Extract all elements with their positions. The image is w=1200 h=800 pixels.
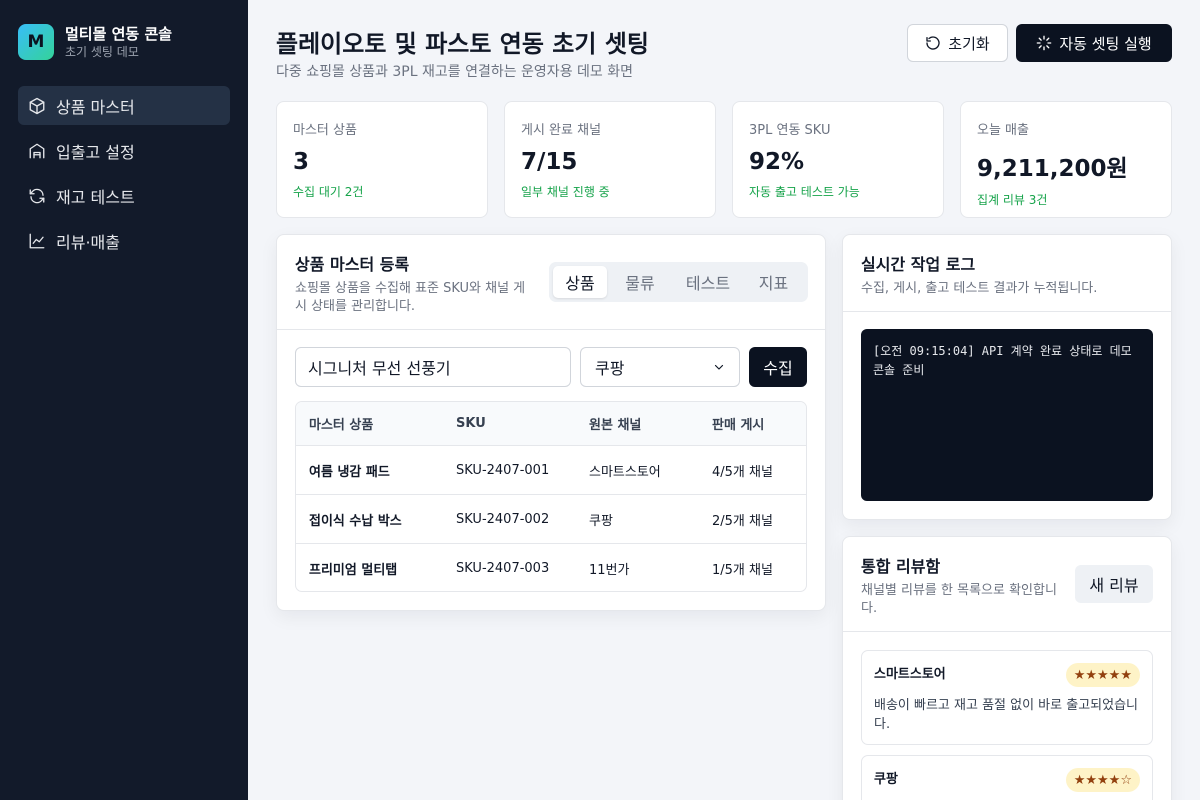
table-cell-channel: 쿠팡 [589, 513, 613, 529]
table-cell-published: 2/5개 채널 [712, 513, 773, 529]
auto-setup-run-button[interactable]: 자동 셋팅 실행 [1016, 24, 1172, 62]
channel-select-value: 쿠팡 [595, 359, 625, 378]
product-search-input[interactable] [295, 347, 571, 387]
channel-select[interactable]: 쿠팡 [580, 347, 740, 387]
table-cell-channel: 11번가 [589, 562, 630, 578]
stat-label: 게시 완료 채널 [521, 123, 602, 138]
tab-metrics[interactable]: 지표 [743, 266, 804, 298]
stat-value: 9,211,200원 [977, 156, 1128, 182]
stat-note: 수집 대기 2건 [293, 185, 364, 199]
collect-button[interactable]: 수집 [749, 347, 807, 387]
tab-products[interactable]: 상품 [553, 266, 607, 298]
table-row[interactable]: 접이식 수납 박스 SKU-2407-002 쿠팡 2/5개 채널 [296, 494, 806, 543]
log-card-description: 수집, 게시, 출고 테스트 결과가 누적됩니다. [861, 281, 1098, 296]
tab-logistics[interactable]: 물류 [607, 266, 673, 298]
brand: M 멀티몰 연동 콘솔 초기 셋팅 데모 [18, 24, 230, 60]
table-header-cell: 마스터 상품 [309, 418, 374, 433]
stat-value: 92% [749, 149, 805, 175]
chart-icon [29, 233, 45, 248]
brand-title: 멀티몰 연동 콘솔 [65, 24, 173, 43]
log-console[interactable]: [오전 09:15:04] API 계약 완료 상태로 데모 콘솔 준비 [861, 329, 1153, 501]
review-stars-badge: ★★★★★ [1065, 663, 1140, 687]
page-subtitle: 다중 쇼핑몰 상품과 3PL 재고를 연결하는 운영자용 데모 화면 [276, 64, 633, 80]
chevron-down-icon [714, 364, 724, 370]
warehouse-icon [29, 143, 45, 158]
sidebar-item-label: 재고 테스트 [56, 187, 135, 207]
cube-icon [29, 97, 45, 114]
review-text: 배송이 빠르고 재고 품절 없이 바로 출고되었습니다. [874, 698, 1138, 732]
table-header-cell: 판매 게시 [712, 418, 765, 433]
new-review-button[interactable]: 새 리뷰 [1075, 565, 1153, 603]
tab-test[interactable]: 테스트 [673, 266, 743, 298]
product-card-header: 상품 마스터 등록 쇼핑몰 상품을 수집해 표준 SKU와 채널 게시 상태를 … [277, 235, 825, 330]
product-table: 마스터 상품 SKU 원본 채널 판매 게시 여름 냉감 패드 SKU-2407… [295, 401, 807, 592]
table-row[interactable]: 여름 냉감 패드 SKU-2407-001 스마트스토어 4/5개 채널 [296, 445, 806, 494]
loader-icon [1036, 35, 1052, 51]
product-card-description: 쇼핑몰 상품을 수집해 표준 SKU와 채널 게시 상태를 관리합니다. [295, 281, 526, 314]
log-card-title: 실시간 작업 로그 [861, 255, 976, 274]
review-item: 스마트스토어 ★★★★★ 배송이 빠르고 재고 품절 없이 바로 출고되었습니다… [861, 650, 1153, 745]
sidebar-item-product-master[interactable]: 상품 마스터 [18, 86, 230, 125]
reset-button[interactable]: 초기화 [907, 24, 1008, 62]
table-cell-sku: SKU-2407-003 [456, 560, 550, 576]
sidebar-item-label: 입출고 설정 [56, 142, 135, 162]
stat-label: 오늘 매출 [977, 123, 1029, 138]
table-cell-published: 4/5개 채널 [712, 464, 773, 480]
product-master-card: 상품 마스터 등록 쇼핑몰 상품을 수집해 표준 SKU와 채널 게시 상태를 … [276, 234, 826, 611]
stat-card-3pl-sku: 3PL 연동 SKU 92% 자동 출고 테스트 가능 [732, 101, 944, 218]
stat-note: 일부 채널 진행 중 [521, 185, 610, 199]
run-button-label: 자동 셋팅 실행 [1059, 34, 1152, 53]
sidebar-item-label: 상품 마스터 [56, 97, 135, 117]
table-row[interactable]: 프리미엄 멀티탭 SKU-2407-003 11번가 1/5개 채널 [296, 543, 806, 591]
realtime-log-card: 실시간 작업 로그 수집, 게시, 출고 테스트 결과가 누적됩니다. [오전 … [842, 234, 1172, 520]
sidebar-item-inventory-test[interactable]: 재고 테스트 [18, 176, 230, 215]
sidebar-nav: 상품 마스터 입출고 설정 재고 테스트 리뷰·매출 [18, 86, 230, 260]
table-cell-channel: 스마트스토어 [589, 464, 661, 480]
sidebar-item-review-sales[interactable]: 리뷰·매출 [18, 221, 230, 260]
stat-label: 마스터 상품 [293, 123, 357, 138]
table-cell-product: 접이식 수납 박스 [309, 513, 402, 529]
stat-label: 3PL 연동 SKU [749, 123, 831, 138]
integrated-review-card: 통합 리뷰함 채널별 리뷰를 한 목록으로 확인합니다. 새 리뷰 스마트스토어… [842, 536, 1172, 800]
stat-note: 집계 리뷰 3건 [977, 193, 1048, 207]
sidebar: M 멀티몰 연동 콘솔 초기 셋팅 데모 상품 마스터 입출고 설정 재고 테스… [0, 0, 248, 800]
table-cell-sku: SKU-2407-002 [456, 511, 550, 527]
table-cell-product: 프리미엄 멀티탭 [309, 562, 398, 578]
stat-card-published-channels: 게시 완료 채널 7/15 일부 채널 진행 중 [504, 101, 716, 218]
stat-card-today-sales: 오늘 매출 9,211,200원 집계 리뷰 3건 [960, 101, 1172, 218]
stat-value: 7/15 [521, 149, 578, 175]
review-card-header: 통합 리뷰함 채널별 리뷰를 한 목록으로 확인합니다. 새 리뷰 [843, 537, 1171, 632]
page-title: 플레이오토 및 파스토 연동 초기 셋팅 [276, 30, 649, 58]
refresh-icon [29, 188, 45, 203]
brand-logo: M [18, 24, 54, 60]
log-entry: [오전 09:15:04] API 계약 완료 상태로 데모 콘솔 준비 [873, 344, 1132, 377]
brand-subtitle: 초기 셋팅 데모 [65, 44, 139, 59]
sidebar-item-label: 리뷰·매출 [56, 232, 120, 252]
table-cell-sku: SKU-2407-001 [456, 462, 550, 478]
stat-note: 자동 출고 테스트 가능 [749, 185, 860, 199]
stat-value: 3 [293, 149, 310, 175]
table-cell-product: 여름 냉감 패드 [309, 464, 390, 480]
log-card-header: 실시간 작업 로그 수집, 게시, 출고 테스트 결과가 누적됩니다. [843, 235, 1171, 312]
review-item: 쿠팡 ★★★★☆ [861, 755, 1153, 800]
sidebar-item-inout-settings[interactable]: 입출고 설정 [18, 131, 230, 170]
table-header-cell: 원본 채널 [589, 418, 642, 433]
review-stars-badge: ★★★★☆ [1065, 768, 1140, 792]
table-header-row: 마스터 상품 SKU 원본 채널 판매 게시 [296, 402, 806, 445]
stat-card-master-products: 마스터 상품 3 수집 대기 2건 [276, 101, 488, 218]
product-tabs: 상품 물류 테스트 지표 [549, 262, 808, 302]
table-cell-published: 1/5개 채널 [712, 562, 773, 578]
reset-icon [926, 36, 940, 50]
reset-button-label: 초기화 [948, 34, 990, 53]
review-card-description: 채널별 리뷰를 한 목록으로 확인합니다. [861, 583, 1057, 616]
table-header-cell: SKU [456, 416, 486, 431]
